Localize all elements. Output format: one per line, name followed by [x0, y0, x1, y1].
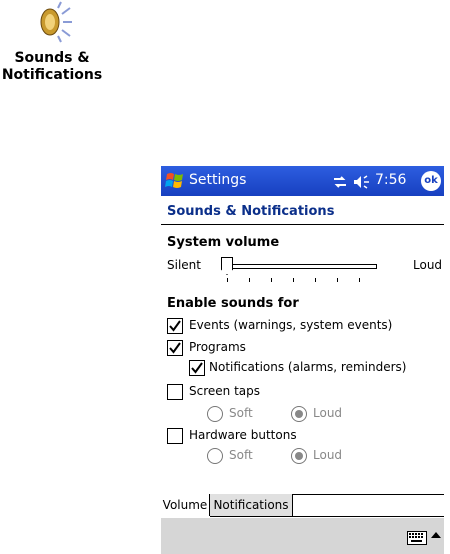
hardware-loud-radio[interactable]	[291, 448, 307, 464]
programs-label[interactable]: Programs	[189, 340, 246, 354]
check-icon	[169, 342, 181, 354]
slider-tick	[293, 278, 294, 282]
notifications-checkbox[interactable]	[189, 360, 205, 376]
clock[interactable]: 7:56	[375, 172, 406, 188]
slider-tick	[227, 278, 228, 282]
silent-label: Silent	[167, 258, 201, 272]
volume-icon[interactable]	[353, 174, 371, 189]
hardware-soft-radio[interactable]	[207, 448, 223, 464]
events-label[interactable]: Events (warnings, system events)	[189, 318, 392, 332]
app-caption[interactable]: Sounds & Notifications	[0, 50, 104, 84]
header-divider	[161, 224, 444, 225]
events-checkbox[interactable]	[167, 318, 183, 334]
slider-tick	[249, 278, 250, 282]
slider-tick	[359, 278, 360, 282]
tab-strip-filler	[293, 494, 444, 517]
notifications-label[interactable]: Notifications (alarms, reminders)	[209, 360, 406, 374]
screen-taps-loud-radio[interactable]	[291, 406, 307, 422]
screen-taps-soft-radio[interactable]	[207, 406, 223, 422]
hardware-loud-label[interactable]: Loud	[313, 448, 342, 462]
window-title: Settings	[189, 172, 247, 188]
check-icon	[191, 362, 203, 374]
enable-sounds-label: Enable sounds for	[167, 296, 299, 311]
screen-taps-checkbox[interactable]	[167, 384, 183, 400]
app-caption-line2: Notifications	[1, 67, 103, 83]
speaker-icon[interactable]	[30, 0, 74, 44]
system-volume-label: System volume	[167, 235, 280, 250]
slider-tick	[337, 278, 338, 282]
connectivity-icon[interactable]	[333, 174, 347, 188]
screen-taps-loud-label[interactable]: Loud	[313, 406, 342, 420]
slider-tick	[271, 278, 272, 282]
hardware-buttons-label[interactable]: Hardware buttons	[189, 428, 297, 442]
programs-checkbox[interactable]	[167, 340, 183, 356]
screen-taps-soft-label[interactable]: Soft	[229, 406, 253, 420]
page-title: Sounds & Notifications	[167, 204, 335, 219]
command-bar	[161, 517, 444, 554]
check-icon	[169, 320, 181, 332]
tab-notifications[interactable]: Notifications	[210, 494, 293, 517]
app-caption-line1: Sounds &	[14, 50, 90, 66]
loud-label: Loud	[413, 258, 443, 272]
volume-slider-track[interactable]	[223, 264, 377, 269]
settings-window: Settings 7:56 ok Sounds & Notifications …	[161, 166, 444, 554]
screen-taps-label[interactable]: Screen taps	[189, 384, 260, 398]
volume-slider-thumb[interactable]	[221, 257, 233, 275]
hardware-buttons-checkbox[interactable]	[167, 428, 183, 444]
windows-start-icon[interactable]	[164, 170, 186, 192]
ok-button[interactable]: ok	[421, 171, 441, 191]
slider-tick	[315, 278, 316, 282]
keyboard-icon[interactable]	[407, 530, 427, 545]
sip-menu-arrow-icon[interactable]	[431, 532, 441, 538]
title-bar: Settings 7:56 ok	[161, 166, 444, 196]
hardware-soft-label[interactable]: Soft	[229, 448, 253, 462]
tab-volume[interactable]: Volume	[161, 494, 210, 516]
